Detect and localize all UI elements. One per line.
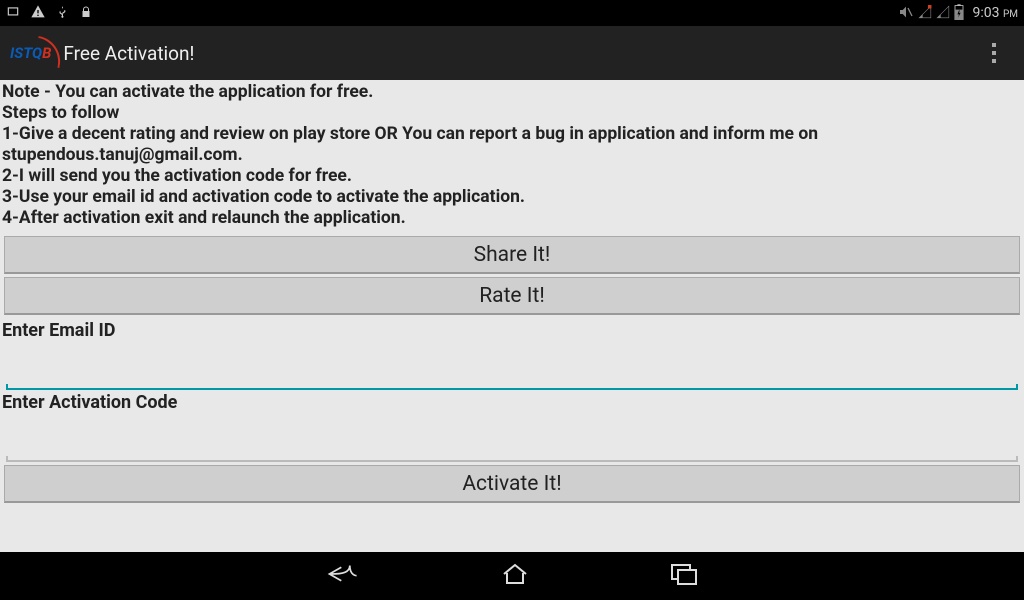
- activate-button[interactable]: Activate It!: [4, 465, 1020, 503]
- rate-button[interactable]: Rate It!: [4, 277, 1020, 315]
- app-logo: ISTQB: [10, 44, 57, 62]
- main-content: Note - You can activate the application …: [0, 80, 1024, 552]
- recent-apps-icon[interactable]: [670, 563, 698, 589]
- page-title: Free Activation!: [63, 42, 194, 65]
- app-bar: ISTQB Free Activation!: [0, 26, 1024, 80]
- signal-icon-2: [936, 5, 950, 22]
- usb-icon: [56, 5, 70, 22]
- status-time: 9:03 PM: [972, 5, 1018, 21]
- android-nav-bar: [0, 552, 1024, 600]
- email-input[interactable]: [6, 354, 1018, 388]
- android-status-bar: 9:03 PM: [0, 0, 1024, 26]
- activation-code-label: Enter Activation Code: [0, 390, 1024, 414]
- screenshot-icon: [6, 5, 20, 22]
- overflow-menu-icon[interactable]: [984, 35, 1004, 71]
- share-button[interactable]: Share It!: [4, 236, 1020, 274]
- signal-icon-1: [918, 5, 932, 22]
- lock-icon: [80, 6, 92, 21]
- instructions-text: Note - You can activate the application …: [0, 80, 1024, 233]
- home-icon[interactable]: [500, 562, 530, 590]
- back-icon[interactable]: [326, 562, 360, 590]
- mute-icon: [898, 4, 914, 23]
- email-label: Enter Email ID: [0, 318, 1024, 342]
- warning-icon: [30, 4, 46, 23]
- activation-code-input[interactable]: [6, 426, 1018, 460]
- battery-icon: [954, 4, 964, 23]
